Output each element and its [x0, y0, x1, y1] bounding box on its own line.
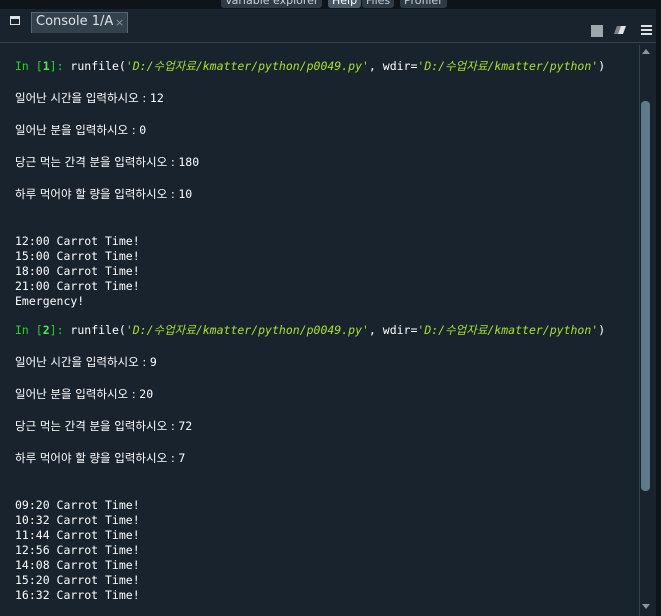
input-line: 일어난 시간을 입력하시오 : 12 — [15, 91, 164, 105]
tab-profiler[interactable]: Profiler — [400, 0, 447, 8]
input-line: 당근 먹는 간격 분을 입력하시오 : 180 — [15, 155, 200, 169]
tab-help[interactable]: Help — [328, 0, 362, 8]
stop-icon[interactable] — [591, 25, 603, 37]
pane-border — [656, 9, 661, 616]
output-line: 11:44 Carrot Time! — [15, 528, 140, 542]
top-pane-tab-strip: Variable explorer Help Files Profiler — [0, 0, 661, 9]
output-line: 14:08 Carrot Time! — [15, 558, 140, 572]
scroll-down-arrow-icon[interactable] — [642, 604, 650, 609]
output-line: 12:00 Carrot Time! — [15, 234, 140, 248]
output-line: Emergency! — [15, 294, 85, 308]
output-line: 18:00 Carrot Time! — [15, 264, 140, 278]
tab-files[interactable]: Files — [362, 0, 395, 8]
vertical-scrollbar[interactable] — [639, 45, 651, 616]
input-line: 당근 먹는 간격 분을 입력하시오 : 72 — [15, 419, 193, 433]
scroll-up-arrow-icon[interactable] — [642, 49, 650, 54]
console-tab-label: Console 1/A — [36, 14, 114, 29]
close-icon[interactable]: × — [115, 16, 124, 29]
output-line: 12:56 Carrot Time! — [15, 543, 140, 557]
output-line: 21:00 Carrot Time! — [15, 279, 140, 293]
input-line: 일어난 분을 입력하시오 : 20 — [15, 387, 154, 401]
console-output[interactable]: In [1]: runfile('D:/수업자료/kmatter/python/… — [6, 45, 638, 616]
output-line: 15:00 Carrot Time! — [15, 249, 140, 263]
input-line: 하루 먹어야 할 량을 입력하시오 : 10 — [15, 187, 193, 201]
window-icon[interactable] — [10, 16, 20, 25]
output-line: 15:20 Carrot Time! — [15, 573, 140, 587]
input-line: 일어난 분을 입력하시오 : 0 — [15, 123, 147, 137]
scrollbar-thumb[interactable] — [641, 101, 650, 491]
tab-console-1a[interactable]: Console 1/A × — [31, 12, 128, 33]
eraser-icon[interactable] — [613, 25, 627, 35]
output-line: 10:32 Carrot Time! — [15, 513, 140, 527]
input-prompt-line: In [1]: runfile('D:/수업자료/kmatter/python/… — [15, 59, 606, 73]
input-line: 하루 먹어야 할 량을 입력하시오 : 7 — [15, 451, 186, 465]
output-line: 09:20 Carrot Time! — [15, 498, 140, 512]
input-prompt-line: In [2]: runfile('D:/수업자료/kmatter/python/… — [15, 323, 606, 337]
tab-variable-explorer[interactable]: Variable explorer — [221, 0, 323, 8]
output-line: 16:32 Carrot Time! — [15, 588, 140, 602]
input-line: 일어난 시간을 입력하시오 : 9 — [15, 355, 157, 369]
hamburger-menu-icon[interactable] — [641, 25, 652, 36]
